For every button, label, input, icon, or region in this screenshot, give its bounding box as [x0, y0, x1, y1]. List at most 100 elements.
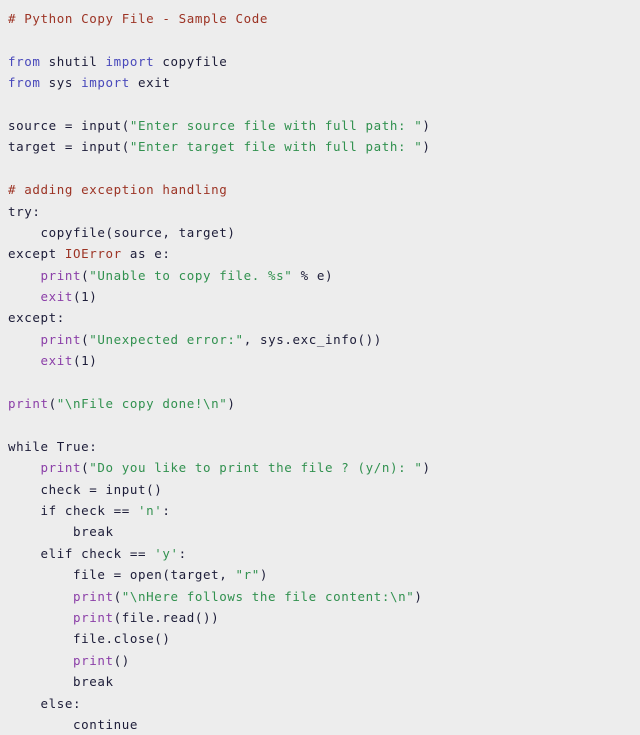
code-line: print("\nFile copy done!\n") [8, 393, 640, 414]
code-token-string: "Do you like to print the file ? (y/n): … [89, 460, 423, 476]
code-line: continue [8, 714, 640, 735]
code-line: check = input() [8, 479, 640, 500]
code-token-plain: try: [8, 203, 41, 219]
code-token-string: 'n' [138, 502, 163, 518]
code-line: from shutil import copyfile [8, 51, 640, 72]
code-token-keyword: from [8, 53, 41, 69]
code-token-builtin: print [40, 331, 82, 347]
code-line: copyfile(source, target) [8, 222, 640, 243]
code-token-builtin: print [8, 396, 49, 412]
code-token-plain: ) [259, 567, 269, 583]
code-token-plain: () [113, 652, 130, 668]
code-token-plain: ) [422, 117, 431, 133]
code-token-plain: , sys.exc_info()) [243, 331, 382, 347]
code-line: elif check == 'y': [8, 543, 640, 564]
code-line: if check == 'n': [8, 500, 640, 521]
code-token-plain: break [8, 524, 114, 540]
code-token-plain: copyfile [154, 53, 228, 69]
code-token-builtin: print [73, 588, 114, 604]
code-line: else: [8, 693, 640, 714]
code-token-exception: IOError [64, 246, 122, 262]
code-token-keyword: from [8, 75, 41, 91]
code-token-plain: ) [414, 588, 423, 604]
code-token-plain: elif check == [8, 545, 155, 561]
code-token-builtin: exit [40, 353, 74, 369]
code-line: print("\nHere follows the file content:\… [8, 586, 640, 607]
code-token-plain: target = input( [8, 139, 130, 155]
code-token-plain: file = open(target, [8, 567, 236, 583]
code-token-plain: (1) [73, 353, 98, 369]
code-line: while True: [8, 436, 640, 457]
code-token-plain: : [178, 545, 187, 561]
code-token-string: "\nHere follows the file content:\n" [121, 588, 415, 604]
code-token-comment: # Python Copy File - Sample Code [8, 11, 269, 26]
code-token-string: "Unexpected error:" [89, 331, 244, 347]
code-line: source = input("Enter source file with f… [8, 115, 640, 136]
code-line: exit(1) [8, 350, 640, 371]
code-token-plain: except [8, 246, 65, 262]
code-token-builtin: exit [40, 289, 74, 305]
code-token-plain: copyfile(source, target) [8, 224, 236, 240]
code-token-plain: file.close() [8, 631, 171, 647]
code-token-builtin: print [40, 267, 82, 283]
code-line: print("Do you like to print the file ? (… [8, 457, 640, 478]
code-token-plain: check = input() [8, 481, 163, 497]
code-line: except IOError as e: [8, 243, 640, 264]
code-line: exit(1) [8, 286, 640, 307]
code-token-plain: ( [113, 588, 122, 604]
code-line: break [8, 521, 640, 542]
code-token-string: "Enter target file with full path: " [129, 139, 423, 155]
code-token-plain: (file.read()) [113, 609, 220, 625]
code-line: file.close() [8, 628, 640, 649]
code-token-builtin: print [40, 460, 82, 476]
code-token-string: "Unable to copy file. %s" [89, 267, 293, 283]
code-token-plain: except: [8, 310, 65, 326]
code-token-plain: if check == [8, 502, 139, 518]
code-viewer[interactable]: # Python Copy File - Sample Code from sh… [0, 0, 640, 732]
code-line: print("Unable to copy file. %s" % e) [8, 265, 640, 286]
code-token-plain: shutil [40, 53, 106, 69]
code-token-string: "Enter source file with full path: " [129, 117, 423, 133]
code-token-comment: # adding exception handling [8, 182, 228, 198]
code-token-plain: ) [227, 396, 236, 412]
code-line: from sys import exit [8, 72, 640, 93]
code-token-string: 'y' [154, 545, 179, 561]
code-line: target = input("Enter target file with f… [8, 136, 640, 157]
code-line: try: [8, 201, 640, 222]
code-token-keyword: import [81, 75, 130, 91]
code-token-plain: source = input( [8, 117, 130, 133]
code-line: print(file.read()) [8, 607, 640, 628]
code-token-plain: ) [422, 460, 431, 476]
code-token-plain: ( [48, 396, 57, 412]
code-token-plain: as e: [121, 246, 171, 262]
code-token-plain: : [162, 502, 171, 518]
code-token-plain: sys [40, 75, 82, 91]
code-token-string: "r" [235, 567, 260, 583]
code-line: except: [8, 307, 640, 328]
code-token-plain: break [8, 674, 114, 690]
code-token-plain: continue [8, 716, 139, 732]
code-token-keyword: import [105, 53, 155, 69]
code-line: # Python Copy File - Sample Code [8, 8, 640, 29]
code-line: # adding exception handling [8, 179, 640, 200]
code-line: break [8, 671, 640, 692]
code-line: file = open(target, "r") [8, 564, 640, 585]
code-token-string: "\nFile copy done!\n" [56, 396, 228, 412]
code-line: print("Unexpected error:", sys.exc_info(… [8, 329, 640, 350]
code-token-builtin: print [73, 652, 114, 668]
code-token-plain: ) [422, 139, 431, 155]
code-token-builtin: print [73, 609, 114, 625]
